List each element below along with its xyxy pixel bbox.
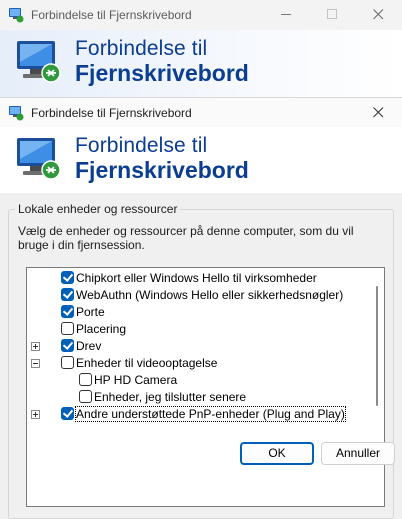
checkbox[interactable]	[61, 339, 74, 352]
background-rdp-window: Forbindelse til Fjernskrivebord Forbinde…	[0, 0, 402, 97]
tree-item-label: Enheder til videooptagelse	[76, 356, 218, 370]
tree-item-hp-camera[interactable]: HP HD Camera	[27, 372, 370, 389]
ok-button[interactable]: OK	[240, 442, 314, 465]
tree-item-label: Chipkort eller Windows Hello til virksom…	[76, 271, 317, 285]
tree-item-label: WebAuthn (Windows Hello eller sikkerheds…	[76, 288, 344, 302]
tree-item-later-devices[interactable]: Enheder, jeg tilslutter senere	[27, 389, 370, 406]
collapse-minus-icon[interactable]	[31, 359, 40, 368]
cancel-button[interactable]: Annuller	[321, 442, 395, 465]
background-window-title: Forbindelse til Fjernskrivebord	[31, 8, 192, 22]
expand-plus-icon[interactable]	[31, 342, 40, 351]
remote-desktop-icon	[9, 106, 24, 121]
background-banner: Forbindelse til Fjernskrivebord	[0, 30, 402, 97]
dialog-titlebar: Forbindelse til Fjernskrivebord	[0, 97, 402, 127]
tree-item-label: Enheder, jeg tilslutter senere	[94, 390, 247, 404]
remote-desktop-icon	[17, 41, 61, 83]
group-title: Lokale enheder og ressourcer	[15, 202, 181, 216]
tree-item-pnp-devices[interactable]: Andre understøttede PnP-enheder (Plug an…	[27, 406, 370, 423]
local-resources-dialog: Forbindelse til Fjernskrivebord Forbinde…	[0, 97, 402, 519]
remote-desktop-icon	[9, 8, 24, 23]
background-titlebar: Forbindelse til Fjernskrivebord	[0, 0, 402, 30]
tree-item-label: Andre understøttede PnP-enheder (Plug an…	[75, 406, 346, 422]
dialog-banner: Forbindelse til Fjernskrivebord	[0, 127, 402, 193]
minimize-button[interactable]	[264, 0, 310, 30]
tree-item-smartcard[interactable]: Chipkort eller Windows Hello til virksom…	[27, 270, 370, 287]
checkbox[interactable]	[61, 322, 74, 335]
checkbox[interactable]	[79, 390, 92, 403]
tree-item-label: Placering	[76, 322, 127, 336]
checkbox[interactable]	[61, 305, 74, 318]
banner-title-line1: Forbindelse til	[75, 37, 208, 60]
tree-item-ports[interactable]: Porte	[27, 304, 370, 321]
close-button[interactable]	[356, 0, 402, 30]
group-description: Vælg de enheder og ressourcer på denne c…	[18, 224, 354, 252]
tree-item-drives[interactable]: Drev	[27, 338, 370, 355]
tree-item-location[interactable]: Placering	[27, 321, 370, 338]
checkbox[interactable]	[61, 356, 74, 369]
maximize-button[interactable]	[310, 0, 356, 30]
scrollbar-thumb[interactable]	[376, 286, 378, 406]
banner-title-line2: Fjernskrivebord	[75, 60, 249, 86]
close-icon	[373, 9, 384, 20]
devices-tree[interactable]: Chipkort eller Windows Hello til virksom…	[26, 267, 385, 507]
minimize-icon	[281, 14, 291, 15]
remote-desktop-icon	[17, 138, 61, 180]
maximize-icon	[327, 9, 337, 19]
tree-scrollbar[interactable]	[370, 268, 384, 506]
close-icon	[373, 107, 384, 118]
checkbox[interactable]	[61, 407, 74, 420]
tree-item-label: HP HD Camera	[94, 373, 178, 387]
dialog-close-button[interactable]	[356, 98, 402, 128]
banner-title-line2: Fjernskrivebord	[75, 157, 249, 183]
expand-plus-icon[interactable]	[31, 410, 40, 419]
banner-title-line1: Forbindelse til	[75, 134, 208, 157]
tree-item-label: Porte	[76, 305, 105, 319]
checkbox[interactable]	[79, 373, 92, 386]
checkbox[interactable]	[61, 288, 74, 301]
dialog-title: Forbindelse til Fjernskrivebord	[31, 106, 192, 120]
tree-item-label: Drev	[76, 339, 102, 353]
tree-item-webauthn[interactable]: WebAuthn (Windows Hello eller sikkerheds…	[27, 287, 370, 304]
checkbox[interactable]	[61, 271, 74, 284]
tree-item-video-capture[interactable]: Enheder til videooptagelse	[27, 355, 370, 372]
